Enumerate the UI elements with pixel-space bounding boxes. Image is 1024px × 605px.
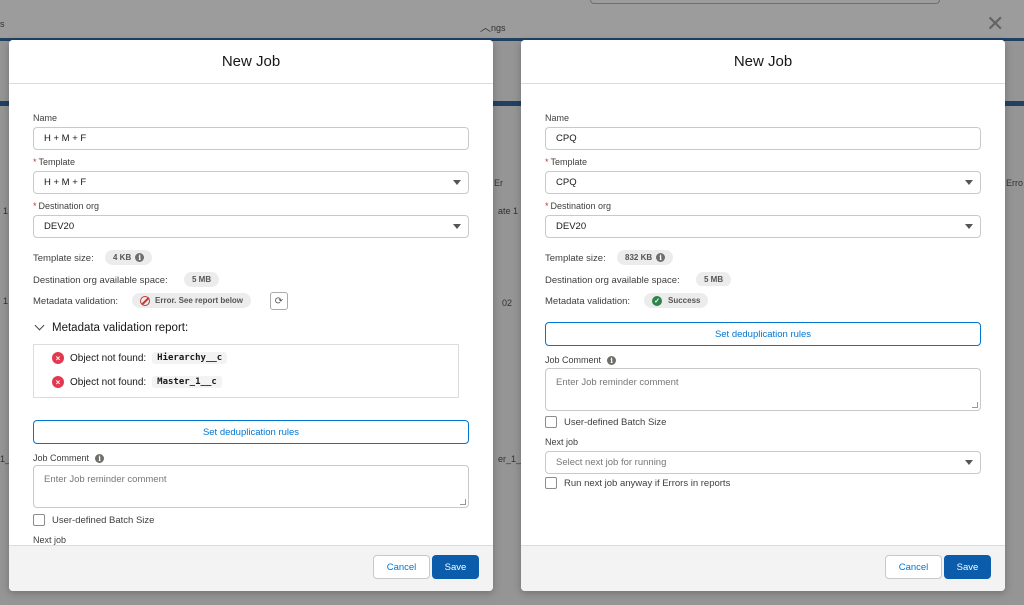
destination-org-value: DEV20 [44, 221, 75, 232]
destination-org-label: * Destination org [33, 201, 100, 211]
template-select[interactable]: CPQ [545, 171, 981, 194]
template-size-label: Template size: [545, 253, 606, 264]
template-label: * Template [545, 157, 588, 167]
metadata-validation-highlight: Metadata validation: ✓ Success [538, 286, 732, 315]
save-button[interactable]: Save [944, 555, 991, 579]
job-comment-placeholder: Enter Job reminder comment [44, 474, 167, 485]
destination-org-label: * Destination org [545, 201, 612, 211]
available-space-badge: 5 MB [696, 272, 732, 287]
template-value: H + M + F [44, 177, 87, 188]
modal-body: Name H + M + F * Template H + M + F * Dest… [9, 84, 493, 545]
info-icon[interactable]: i [656, 253, 666, 262]
object-api-name: Hierarchy__c [152, 352, 228, 364]
batch-size-label: User-defined Batch Size [52, 514, 155, 526]
template-value: CPQ [556, 177, 577, 188]
chevron-down-icon [965, 460, 973, 465]
job-comment-placeholder: Enter Job reminder comment [556, 377, 679, 388]
error-x-icon: × [52, 352, 64, 364]
set-deduplication-rules-button[interactable]: Set deduplication rules [33, 420, 469, 444]
next-job-placeholder: Select next job for running [556, 457, 667, 468]
batch-size-checkbox[interactable] [33, 514, 45, 526]
metadata-validation-error-badge: Error. See report below [132, 293, 252, 308]
metadata-validation-label: Metadata validation: [33, 296, 119, 307]
batch-size-label: User-defined Batch Size [564, 416, 667, 428]
batch-size-checkbox-row[interactable]: User-defined Batch Size [545, 416, 666, 428]
resize-handle-icon[interactable] [460, 499, 466, 505]
destination-org-select[interactable]: DEV20 [545, 215, 981, 238]
report-item: × Object not found: Master_1__c [52, 376, 222, 388]
name-label: Name [33, 113, 58, 123]
resize-handle-icon[interactable] [972, 402, 978, 408]
set-deduplication-rules-button[interactable]: Set deduplication rules [545, 322, 981, 346]
chevron-down-icon [965, 180, 973, 185]
cancel-button[interactable]: Cancel [885, 555, 942, 579]
run-anyway-checkbox-row[interactable]: Run next job anyway if Errors in reports [545, 477, 730, 489]
save-button[interactable]: Save [432, 555, 479, 579]
name-input[interactable]: CPQ [545, 127, 981, 150]
template-size-label: Template size: [33, 253, 94, 264]
check-icon: ✓ [652, 295, 662, 306]
name-label: Name [545, 113, 570, 123]
metadata-validation-success-badge: ✓ Success [644, 293, 709, 308]
chevron-down-icon [453, 180, 461, 185]
error-icon [140, 295, 150, 306]
new-job-modal-right: New Job Name CPQ * Template CPQ * Destinat… [521, 40, 1005, 591]
available-space-badge: 5 MB [184, 272, 220, 287]
modal-title: New Job [521, 40, 1005, 84]
cancel-button[interactable]: Cancel [373, 555, 430, 579]
info-icon[interactable]: i [135, 253, 145, 262]
destination-org-select[interactable]: DEV20 [33, 215, 469, 238]
object-api-name: Master_1__c [152, 376, 222, 388]
validation-report-list: × Object not found: Hierarchy__c × Objec… [33, 344, 459, 398]
modal-title: New Job [9, 40, 493, 84]
job-comment-textarea[interactable]: Enter Job reminder comment [545, 368, 981, 411]
next-job-label: Next job [33, 535, 67, 545]
run-anyway-label: Run next job anyway if Errors in reports [564, 477, 731, 489]
chevron-down-icon [453, 224, 461, 229]
template-label: * Template [33, 157, 76, 167]
metadata-validation-label: Metadata validation: [545, 296, 631, 307]
error-x-icon: × [52, 376, 64, 388]
available-space-label: Destination org available space: [33, 275, 168, 286]
batch-size-checkbox-row[interactable]: User-defined Batch Size [33, 514, 154, 526]
name-input[interactable]: H + M + F [33, 127, 469, 150]
modal-body: Name CPQ * Template CPQ * Destination org … [521, 84, 1005, 545]
template-size-badge: 4 KB i [105, 250, 153, 265]
next-job-select[interactable]: Select next job for running [545, 451, 981, 474]
refresh-icon: ⟳ [274, 295, 284, 307]
chevron-down-icon [965, 224, 973, 229]
validation-report-panel: Metadata validation report: × Object not… [26, 316, 467, 406]
batch-size-checkbox[interactable] [545, 416, 557, 428]
run-anyway-checkbox[interactable] [545, 477, 557, 489]
template-select[interactable]: H + M + F [33, 171, 469, 194]
info-icon[interactable]: i [95, 454, 105, 463]
info-icon[interactable]: i [607, 356, 617, 365]
job-comment-label: Job Comment i [33, 453, 105, 463]
new-job-modal-left: New Job Name H + M + F * Template H + M +… [9, 40, 493, 591]
template-size-badge: 832 KB i [617, 250, 674, 265]
chevron-down-icon [34, 320, 45, 331]
destination-org-value: DEV20 [556, 221, 587, 232]
available-space-label: Destination org available space: [545, 275, 680, 286]
job-comment-label: Job Comment i [545, 355, 617, 365]
validation-report-toggle[interactable]: Metadata validation report: [34, 320, 188, 334]
job-comment-textarea[interactable]: Enter Job reminder comment [33, 465, 469, 508]
next-job-label: Next job [545, 437, 579, 447]
refresh-validation-button[interactable]: ⟳ [270, 292, 288, 310]
report-item: × Object not found: Hierarchy__c [52, 352, 228, 364]
